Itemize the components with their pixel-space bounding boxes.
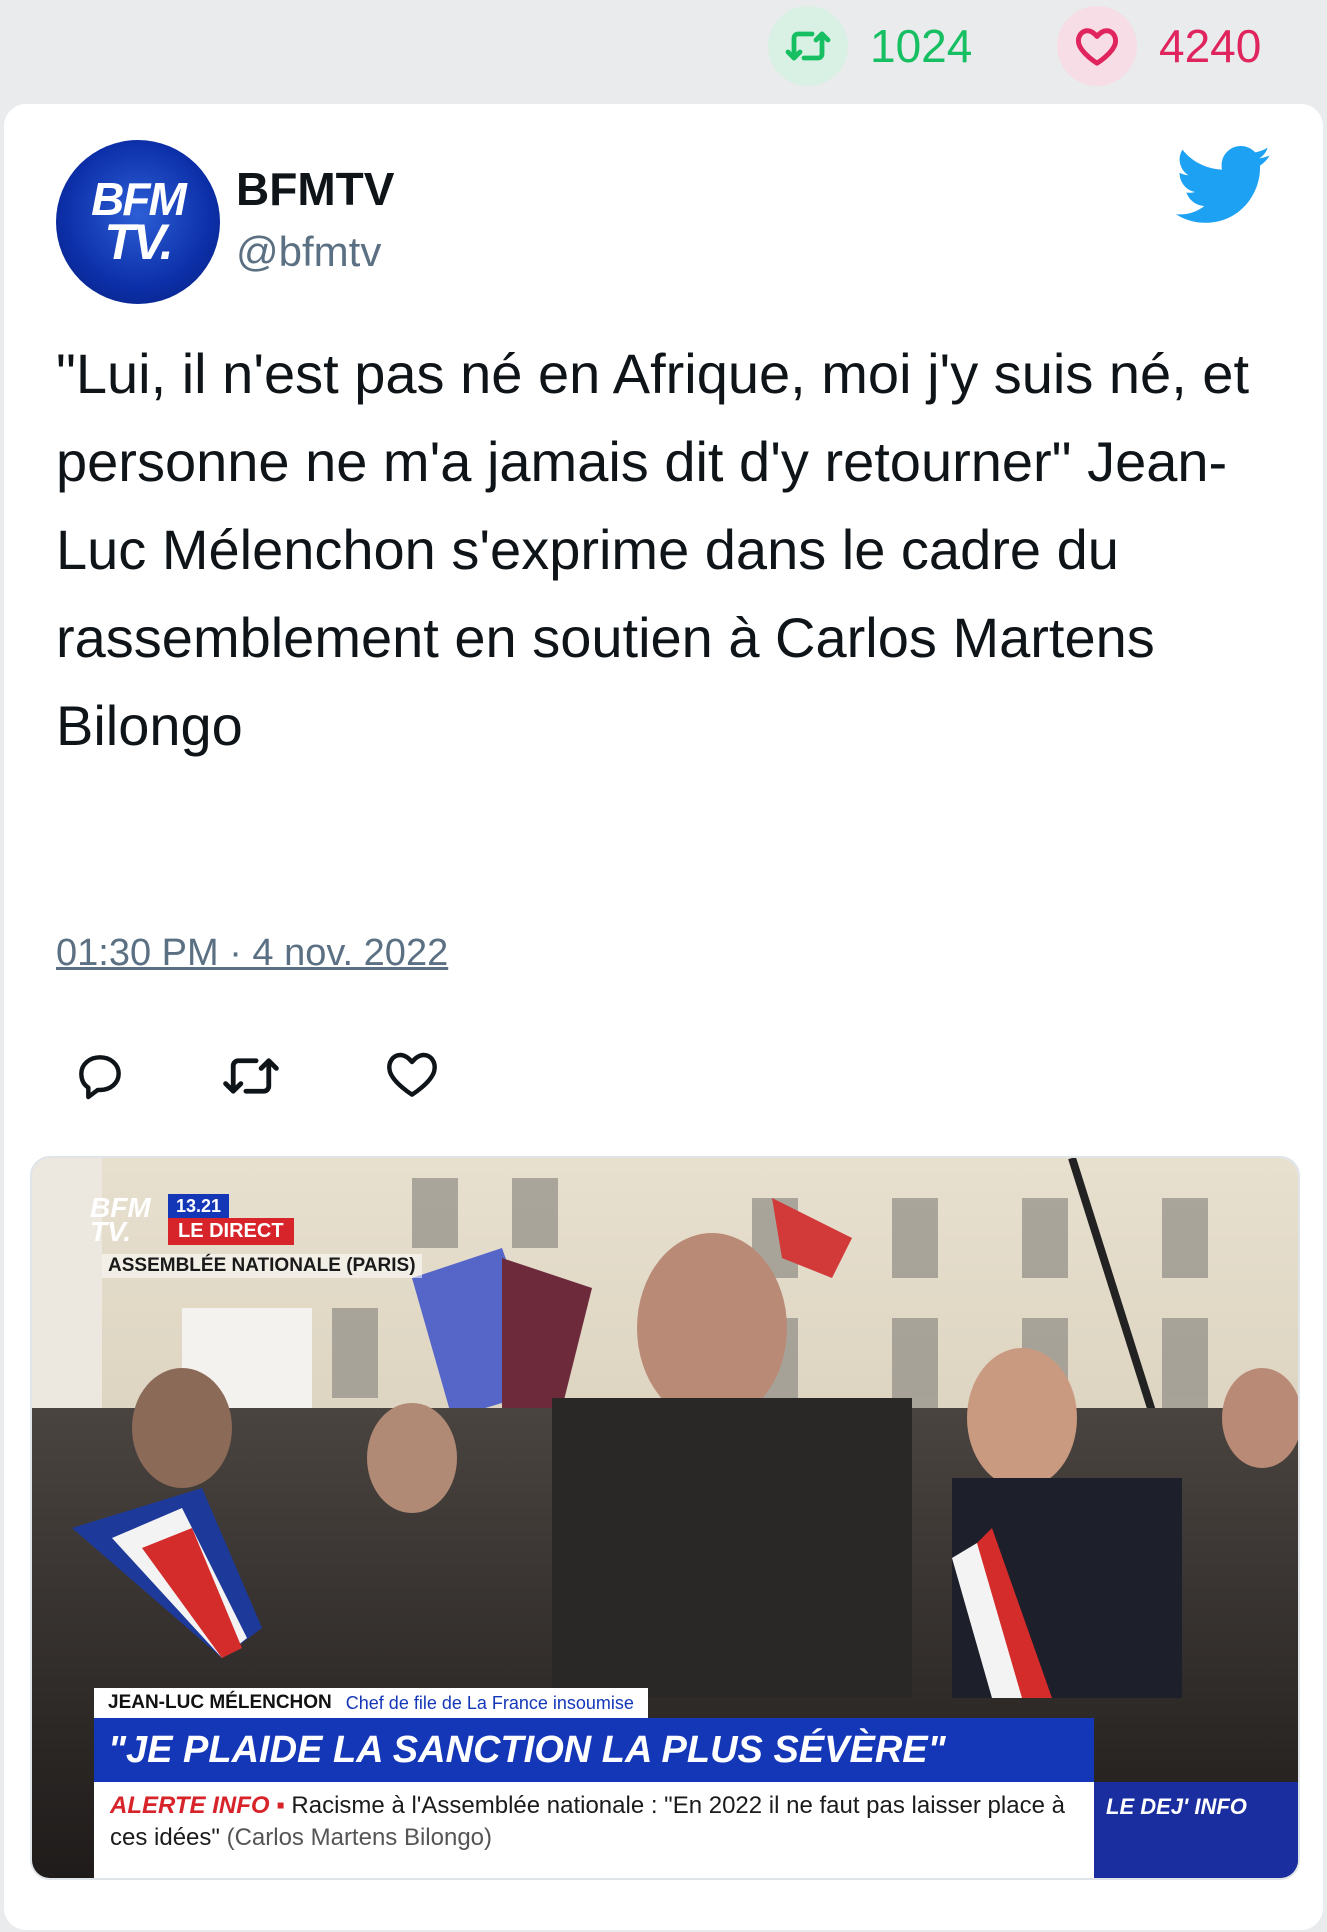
heart-icon xyxy=(1057,6,1137,86)
alert-label: ALERTE INFO ▪ xyxy=(110,1792,285,1819)
author-name[interactable]: BFMTV xyxy=(236,162,394,216)
bfmtv-logo-line2: TV. xyxy=(90,1215,131,1247)
tweet-timestamp[interactable]: 01:30 PM · 4 nov. 2022 xyxy=(56,932,448,975)
tweet-text: "Lui, il n'est pas né en Afrique, moi j'… xyxy=(56,342,1250,757)
reply-icon[interactable] xyxy=(72,1048,128,1104)
speaker-title: Chef de file de La France insoumise xyxy=(345,1692,634,1713)
retweet-count-value: 1024 xyxy=(870,20,973,72)
speaker-name: JEAN-LUC MÉLENCHON xyxy=(108,1692,332,1713)
avatar-logo-line2: TV. xyxy=(104,214,173,271)
author-handle[interactable]: @bfmtv xyxy=(236,228,381,276)
tweet-stats-bar: 1024 4240 xyxy=(0,0,1327,100)
live-badge: LE DIRECT xyxy=(168,1218,294,1245)
avatar[interactable]: BFM TV. xyxy=(56,140,220,304)
twitter-bird-icon[interactable] xyxy=(1174,146,1274,226)
tweet-media-image[interactable]: BFM TV. 13.21 LE DIRECT ASSEMBLÉE NATION… xyxy=(30,1156,1300,1880)
bfmtv-logo: BFM TV. xyxy=(90,1194,151,1247)
retweet-count[interactable]: 1024 xyxy=(768,6,972,86)
alert-source: (Carlos Martens Bilongo) xyxy=(219,1824,493,1851)
broadcast-time: 13.21 xyxy=(168,1194,230,1219)
retweet-icon xyxy=(768,6,848,86)
news-ticker: ALERTE INFO ▪ Racisme à l'Assemblée nati… xyxy=(94,1782,1094,1878)
program-label: LE DEJ' INFO xyxy=(1094,1782,1298,1878)
like-action-icon[interactable] xyxy=(384,1048,440,1104)
tweet-card: BFM TV. BFMTV @bfmtv "Lui, il n'est pas … xyxy=(4,104,1323,1930)
broadcast-location: ASSEMBLÉE NATIONALE (PARIS) xyxy=(102,1254,422,1278)
broadcast-headline: "JE PLAIDE LA SANCTION LA PLUS SÉVÈRE" xyxy=(94,1718,1094,1782)
like-count-value: 4240 xyxy=(1159,20,1262,72)
speaker-strap: JEAN-LUC MÉLENCHON Chef de file de La Fr… xyxy=(94,1688,648,1718)
like-count[interactable]: 4240 xyxy=(1057,6,1261,86)
retweet-action-icon[interactable] xyxy=(218,1048,279,1104)
